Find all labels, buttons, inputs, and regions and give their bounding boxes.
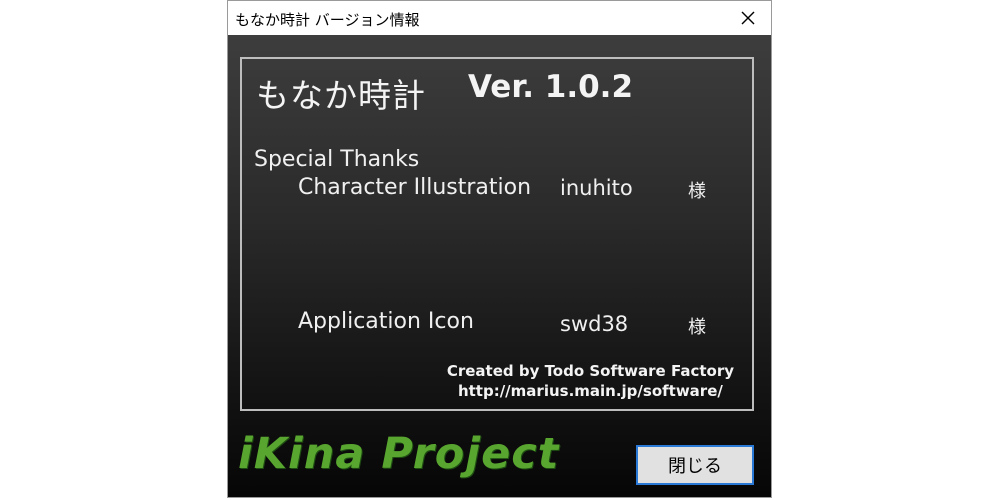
title-bar[interactable]: もなか時計 バージョン情報 [228, 1, 771, 35]
about-dialog-window: もなか時計 バージョン情報 もなか時計 Ver. 1.0.2 Special T… [227, 0, 772, 498]
ikina-project-logo: iKina Project [238, 429, 560, 479]
created-by-text: Created by Todo Software Factory [446, 362, 734, 380]
app-name: もなか時計 [256, 76, 426, 115]
window-title: もなか時計 バージョン情報 [235, 11, 420, 29]
credit-name: swd38 [560, 312, 629, 336]
about-info-panel: もなか時計 Ver. 1.0.2 Special Thanks Characte… [240, 57, 754, 411]
credit-honorific: 様 [688, 317, 706, 338]
credit-name: inuhito [560, 176, 633, 200]
close-button[interactable]: 閉じる [636, 445, 754, 485]
credit-role: Application Icon [298, 309, 474, 334]
website-url: http://marius.main.jp/software/ [457, 382, 723, 400]
version-label: Ver. 1.0.2 [468, 69, 634, 105]
credit-honorific: 様 [688, 181, 706, 202]
dialog-client-area: もなか時計 Ver. 1.0.2 Special Thanks Characte… [228, 35, 771, 497]
close-icon [741, 11, 755, 25]
credit-role: Character Illustration [298, 175, 532, 200]
title-bar-close-button[interactable] [725, 1, 771, 35]
footer-credit: Created by Todo Software Factory http://… [447, 361, 734, 401]
special-thanks-heading: Special Thanks [254, 147, 420, 172]
